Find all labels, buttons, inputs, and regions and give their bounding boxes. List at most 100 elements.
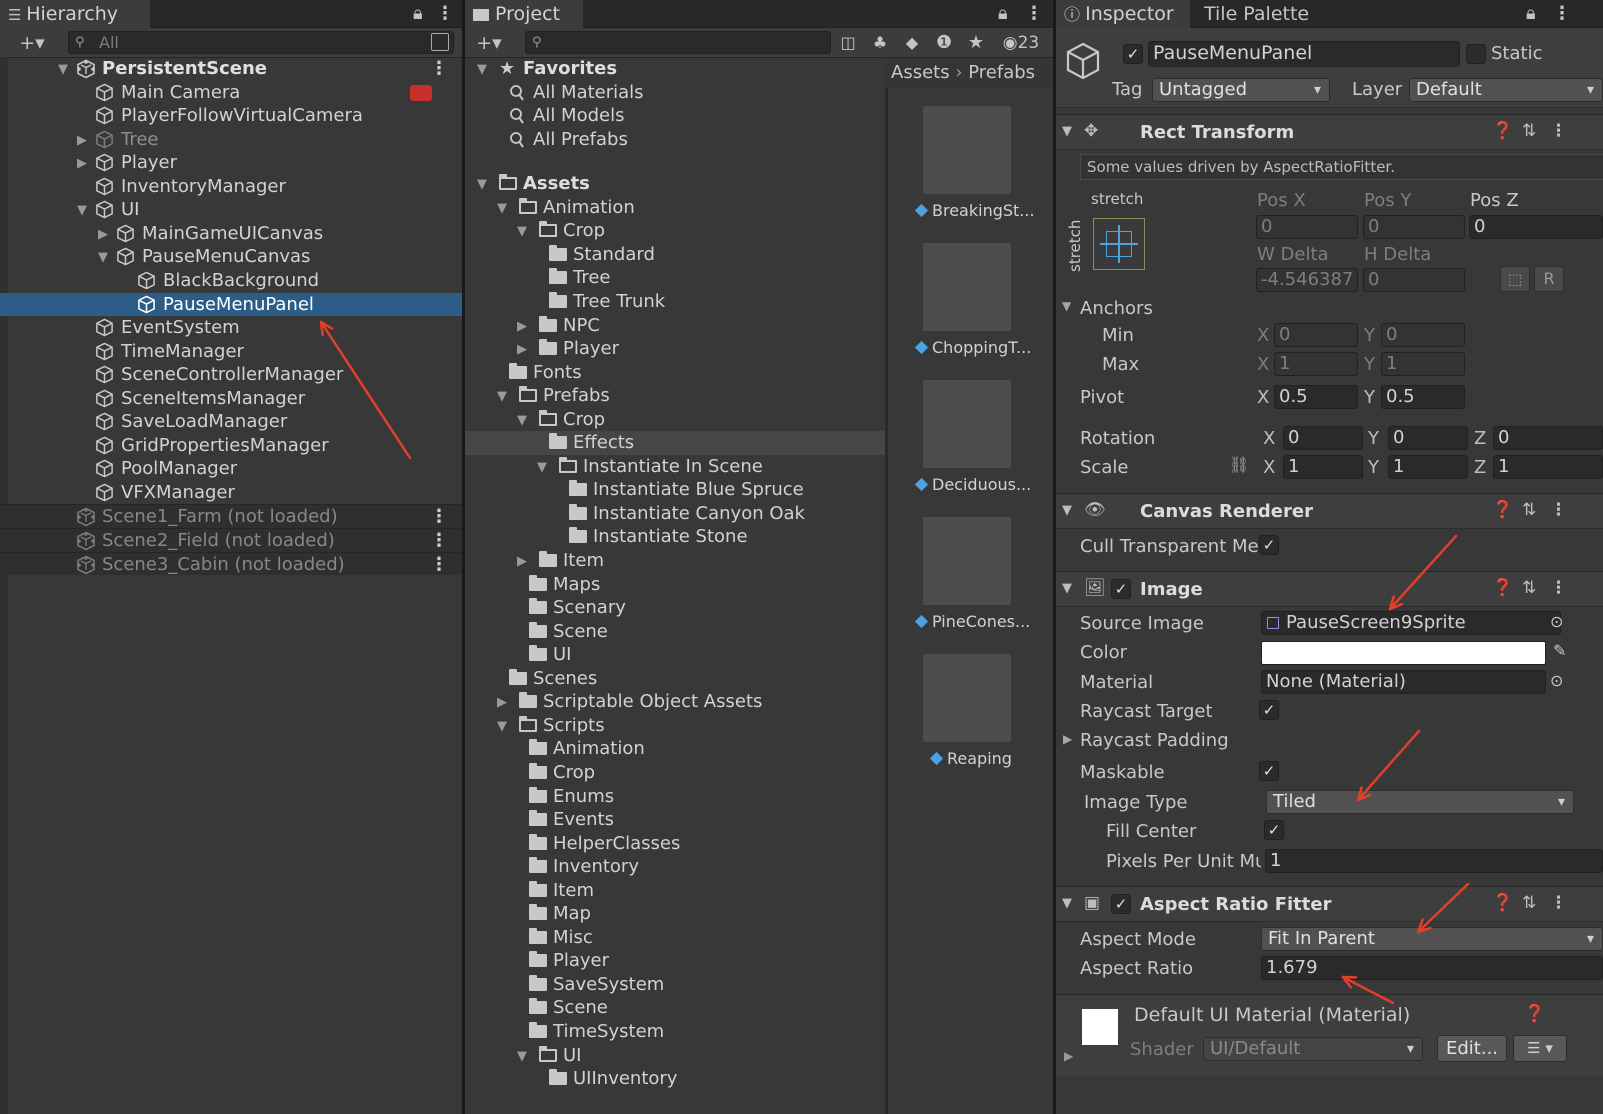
color-swatch[interactable]: [1261, 641, 1546, 665]
presets-icon[interactable]: ⇅: [1522, 893, 1536, 913]
project-tree-item[interactable]: ▶ NPC: [465, 314, 885, 338]
kebab-menu-icon[interactable]: ⋮: [1553, 0, 1571, 28]
help-icon[interactable]: ❓: [1524, 1004, 1545, 1024]
tag-dropdown[interactable]: Untagged: [1152, 78, 1330, 102]
hierarchy-row[interactable]: PauseMenuPanel: [0, 292, 462, 316]
tab-tile-palette[interactable]: Tile Palette: [1204, 0, 1309, 28]
hierarchy-row[interactable]: ▼ PauseMenuCanvas: [0, 245, 462, 269]
project-tree-item[interactable]: Map: [465, 902, 885, 926]
rotation-z-field[interactable]: 0: [1493, 426, 1603, 450]
project-tree-item[interactable]: Inventory: [465, 855, 885, 879]
raycast-target-checkbox[interactable]: ✓: [1259, 700, 1279, 720]
project-tree-item[interactable]: Animation: [465, 737, 885, 761]
hierarchy-row[interactable]: PlayerFollowVirtualCamera: [0, 104, 462, 128]
kebab-menu-icon[interactable]: ⋮: [436, 0, 454, 28]
project-tree-item[interactable]: ▼ UI: [465, 1044, 885, 1068]
foldout-arrow-icon[interactable]: ▶: [1063, 732, 1072, 746]
help-icon[interactable]: ❓: [1492, 500, 1513, 520]
lock-icon[interactable]: 🔒︎: [998, 0, 1008, 28]
hierarchy-row[interactable]: ▼ PersistentScene ⋮: [0, 57, 462, 81]
anchor-max-x-field[interactable]: 1: [1274, 352, 1358, 376]
project-tree-item[interactable]: ▶ Player: [465, 337, 885, 361]
pos-z-field[interactable]: 0: [1469, 215, 1603, 239]
active-checkbox[interactable]: ✓: [1123, 44, 1143, 64]
asset-thumbnail[interactable]: [923, 106, 1011, 194]
hierarchy-row[interactable]: ▶ MainGameUICanvas: [0, 222, 462, 246]
project-tree-item[interactable]: ▼ ★ Favorites: [465, 57, 885, 81]
project-tree-item[interactable]: Scenary: [465, 596, 885, 620]
asset-thumbnail[interactable]: [923, 243, 1011, 331]
edit-shader-button[interactable]: Edit...: [1437, 1035, 1507, 1062]
foldout-arrow-icon[interactable]: ▶: [98, 223, 108, 247]
project-tree-item[interactable]: Item: [465, 879, 885, 903]
project-tree-item[interactable]: Tree: [465, 266, 885, 290]
asset-item-label[interactable]: Reaping: [929, 749, 1012, 768]
image-enabled-checkbox[interactable]: ✓: [1111, 579, 1131, 599]
foldout-arrow-icon[interactable]: ▼: [477, 58, 487, 82]
eyedropper-icon[interactable]: ✎: [1553, 641, 1566, 660]
hierarchy-row[interactable]: Scene3_Cabin (not loaded) ⋮: [0, 551, 462, 577]
foldout-arrow-icon[interactable]: ▼: [497, 715, 507, 739]
rotation-y-field[interactable]: 0: [1388, 426, 1468, 450]
foldout-arrow-icon[interactable]: ▼: [58, 58, 68, 82]
project-tree-item[interactable]: ▼ Animation: [465, 196, 885, 220]
hierarchy-row[interactable]: ▶ Tree: [0, 128, 462, 152]
foldout-arrow-icon[interactable]: ▼: [1062, 503, 1072, 518]
help-icon[interactable]: ❓: [1492, 893, 1513, 913]
foldout-arrow-icon[interactable]: ▶: [77, 129, 87, 153]
kebab-menu-icon[interactable]: ⋮: [1025, 0, 1043, 28]
canvas-renderer-header[interactable]: ▼ 👁︎ Canvas Renderer ❓ ⇅ ⋮: [1056, 493, 1603, 529]
pixels-per-unit-field[interactable]: 1: [1265, 849, 1603, 873]
foldout-arrow-icon[interactable]: ▼: [477, 173, 487, 197]
project-tree-item[interactable]: Effects: [465, 431, 885, 455]
pos-y-field[interactable]: 0: [1363, 215, 1465, 239]
object-name-field[interactable]: PauseMenuPanel: [1148, 41, 1460, 67]
asset-item-label[interactable]: BreakingSt...: [914, 201, 1035, 220]
foldout-arrow-icon[interactable]: ▼: [1062, 124, 1072, 139]
project-tree-item[interactable]: Standard: [465, 243, 885, 267]
presets-icon[interactable]: ⇅: [1522, 500, 1536, 520]
foldout-arrow-icon[interactable]: ▼: [497, 385, 507, 409]
project-tree-item[interactable]: Player: [465, 949, 885, 973]
project-tree-item[interactable]: HelperClasses: [465, 832, 885, 856]
component-menu-icon[interactable]: ⋮: [1550, 121, 1567, 141]
search-mode-icon[interactable]: ◫: [835, 28, 861, 58]
asset-thumbnail[interactable]: [923, 517, 1011, 605]
foldout-arrow-icon[interactable]: ▶: [517, 338, 527, 362]
hierarchy-row[interactable]: EventSystem: [0, 316, 462, 340]
hidden-packages-toggle[interactable]: ◉23: [989, 28, 1053, 58]
project-tree-item[interactable]: Instantiate Canyon Oak: [465, 502, 885, 526]
anchor-presets-button[interactable]: [1093, 218, 1145, 270]
project-tree-item[interactable]: Tree Trunk: [465, 290, 885, 314]
anchors-foldout-icon[interactable]: ▼: [1062, 299, 1071, 313]
foldout-arrow-icon[interactable]: ▶: [77, 152, 87, 176]
layer-dropdown[interactable]: Default: [1409, 78, 1603, 102]
scale-z-field[interactable]: 1: [1493, 455, 1603, 479]
create-button[interactable]: +▾: [469, 28, 509, 58]
tab-inspector[interactable]: ⓘ Inspector: [1056, 0, 1190, 28]
source-image-field[interactable]: PauseScreen9Sprite: [1261, 611, 1561, 635]
project-tree-item[interactable]: Misc: [465, 926, 885, 950]
project-search-input[interactable]: ⚲: [525, 31, 831, 54]
lock-icon[interactable]: 🔒︎: [413, 0, 423, 28]
hierarchy-row[interactable]: GridPropertiesManager: [0, 434, 462, 458]
asset-item-label[interactable]: Deciduous...: [914, 475, 1031, 494]
project-tree-item[interactable]: Enums: [465, 785, 885, 809]
constrain-proportions-icon[interactable]: ⛓: [1229, 455, 1249, 474]
anchor-min-y-field[interactable]: 0: [1381, 323, 1465, 347]
raw-edit-button[interactable]: R: [1534, 266, 1564, 292]
hierarchy-row[interactable]: TimeManager: [0, 340, 462, 364]
foldout-arrow-icon[interactable]: ▼: [497, 197, 507, 221]
hierarchy-row[interactable]: SceneItemsManager: [0, 387, 462, 411]
pivot-y-field[interactable]: 0.5: [1381, 385, 1465, 409]
hierarchy-row[interactable]: InventoryManager: [0, 175, 462, 199]
hierarchy-row[interactable]: Main Camera: [0, 81, 462, 105]
aspect-fitter-enabled-checkbox[interactable]: ✓: [1111, 894, 1131, 914]
component-menu-icon[interactable]: ⋮: [1550, 893, 1567, 913]
project-tree-item[interactable]: Instantiate Stone: [465, 525, 885, 549]
kebab-menu-icon[interactable]: ⋮: [430, 57, 448, 81]
breadcrumb-assets[interactable]: Assets: [891, 62, 950, 83]
kebab-menu-icon[interactable]: ⋮: [430, 553, 448, 577]
project-tree-item[interactable]: All Materials: [465, 81, 885, 105]
project-tree-item[interactable]: ▶ Item: [465, 549, 885, 573]
